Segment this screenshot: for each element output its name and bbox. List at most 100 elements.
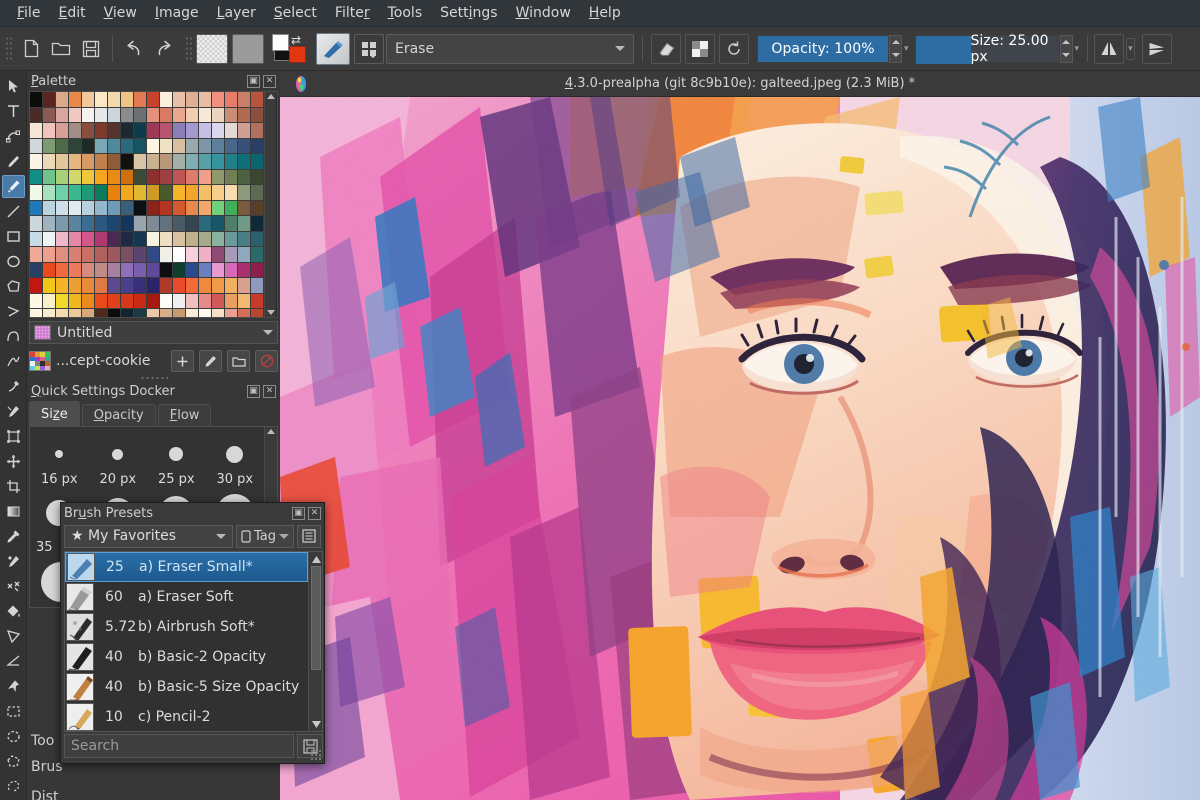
palette-swatch[interactable] (82, 232, 95, 248)
palette-swatch[interactable] (30, 294, 43, 310)
palette-swatch[interactable] (30, 232, 43, 248)
palette-swatch[interactable] (82, 309, 95, 318)
palette-swatch[interactable] (199, 294, 212, 310)
close-docker-icon-2[interactable]: ✕ (263, 385, 276, 398)
palette-swatch[interactable] (238, 154, 251, 170)
tool-colorize-mask[interactable] (2, 550, 25, 573)
palette-swatch[interactable] (251, 139, 264, 155)
palette-swatch[interactable] (30, 278, 43, 294)
palette-swatches[interactable] (30, 92, 264, 317)
palette-swatch[interactable] (173, 263, 186, 279)
palette-swatch[interactable] (225, 278, 238, 294)
palette-swatch[interactable] (212, 263, 225, 279)
palette-swatch[interactable] (160, 154, 173, 170)
eraser-mode-icon[interactable] (651, 34, 681, 64)
palette-swatch[interactable] (82, 201, 95, 217)
menu-window[interactable]: Window (507, 2, 580, 24)
palette-swatch[interactable] (95, 278, 108, 294)
palette-swatch[interactable] (95, 185, 108, 201)
palette-swatch[interactable] (121, 108, 134, 124)
palette-swatch[interactable] (95, 201, 108, 217)
new-document-icon[interactable] (16, 34, 46, 64)
palette-swatch[interactable] (160, 92, 173, 108)
palette-swatch[interactable] (160, 139, 173, 155)
palette-swatch[interactable] (251, 263, 264, 279)
tool-enclose-and-fill[interactable] (2, 625, 25, 648)
palette-swatch[interactable] (95, 108, 108, 124)
palette-swatch[interactable] (212, 170, 225, 186)
palette-swatch[interactable] (173, 154, 186, 170)
scroll-up-icon[interactable] (267, 94, 275, 99)
palette-swatch[interactable] (251, 170, 264, 186)
palette-swatch[interactable] (56, 170, 69, 186)
brush-preset-row-eraser-soft[interactable]: 60 a) Eraser Soft (65, 582, 308, 612)
tool-ellipse[interactable] (2, 250, 25, 273)
toolbar-grip[interactable] (5, 36, 13, 62)
palette-swatch[interactable] (160, 216, 173, 232)
palette-swatch[interactable] (56, 201, 69, 217)
palette-swatch[interactable] (43, 309, 56, 318)
palette-swatch[interactable] (134, 123, 147, 139)
palette-swatch[interactable] (160, 123, 173, 139)
palette-swatch[interactable] (56, 309, 69, 318)
palette-swatch[interactable] (121, 92, 134, 108)
palette-swatch[interactable] (82, 278, 95, 294)
tool-bezier-curve[interactable] (2, 325, 25, 348)
palette-swatch[interactable] (69, 278, 82, 294)
palette-swatch[interactable] (43, 92, 56, 108)
palette-swatch[interactable] (186, 294, 199, 310)
palette-swatch[interactable] (69, 170, 82, 186)
palette-swatch[interactable] (173, 170, 186, 186)
palette-swatch[interactable] (134, 154, 147, 170)
palette-swatch[interactable] (134, 247, 147, 263)
open-document-icon[interactable] (46, 34, 76, 64)
canvas-artwork[interactable] (280, 97, 1200, 800)
palette-swatch[interactable] (108, 108, 121, 124)
palette-swatch[interactable] (69, 154, 82, 170)
palette-swatch[interactable] (30, 216, 43, 232)
palette-swatch[interactable] (82, 263, 95, 279)
palette-swatch[interactable] (147, 216, 160, 232)
brush-list-scrollbar[interactable] (308, 552, 322, 731)
float-docker-icon-3[interactable]: ▣ (292, 507, 305, 520)
palette-swatch[interactable] (95, 263, 108, 279)
scroll-up-icon-3[interactable] (311, 554, 321, 564)
palette-swatch[interactable] (30, 185, 43, 201)
palette-swatch[interactable] (108, 92, 121, 108)
palette-swatch[interactable] (186, 123, 199, 139)
tool-gradient[interactable] (2, 500, 25, 523)
palette-swatch[interactable] (186, 216, 199, 232)
tool-freehand-selection[interactable] (2, 775, 25, 798)
palette-swatch[interactable] (251, 232, 264, 248)
palette-swatch[interactable] (186, 185, 199, 201)
palette-swatch[interactable] (147, 170, 160, 186)
palette-swatch[interactable] (30, 139, 43, 155)
alternate-color-swatch[interactable] (289, 46, 306, 63)
menu-tools[interactable]: Tools (379, 2, 432, 24)
palette-swatch[interactable] (30, 108, 43, 124)
palette-swatch[interactable] (43, 232, 56, 248)
palette-swatch[interactable] (199, 309, 212, 318)
palette-swatch[interactable] (173, 92, 186, 108)
palette-swatch[interactable] (134, 185, 147, 201)
palette-swatch[interactable] (69, 294, 82, 310)
palette-swatch[interactable] (173, 108, 186, 124)
tool-line[interactable] (2, 200, 25, 223)
foreground-background-color[interactable]: ⇄ (272, 33, 308, 65)
palette-swatch[interactable] (69, 263, 82, 279)
palette-swatch[interactable] (134, 201, 147, 217)
palette-swatch[interactable] (212, 139, 225, 155)
palette-swatch[interactable] (238, 232, 251, 248)
palette-swatch[interactable] (199, 108, 212, 124)
palette-swatch[interactable] (251, 278, 264, 294)
palette-swatch[interactable] (56, 294, 69, 310)
palette-swatch[interactable] (56, 139, 69, 155)
palette-swatch[interactable] (95, 232, 108, 248)
palette-swatch[interactable] (147, 294, 160, 310)
palette-swatch[interactable] (212, 232, 225, 248)
palette-swatch[interactable] (147, 232, 160, 248)
palette-swatch[interactable] (199, 123, 212, 139)
pattern-selector-icon[interactable] (232, 34, 264, 64)
vertical-mirror-icon[interactable] (1142, 34, 1172, 64)
palette-swatch[interactable] (43, 201, 56, 217)
